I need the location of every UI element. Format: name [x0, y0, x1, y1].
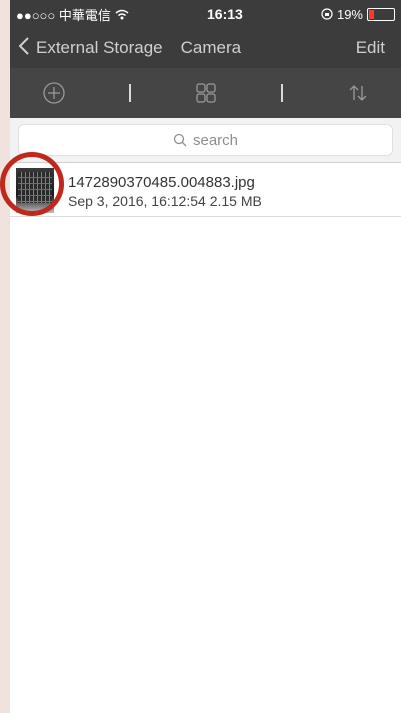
file-meta: Sep 3, 2016, 16:12:54 2.15 MB [68, 193, 262, 209]
status-left: ●●○○○ 中華電信 [16, 5, 129, 24]
list-item[interactable]: 1472890370485.004883.jpg Sep 3, 2016, 16… [10, 166, 401, 217]
search-icon [173, 133, 187, 147]
grid-view-icon[interactable] [194, 81, 218, 105]
orientation-lock-icon [321, 8, 333, 20]
highlight-circle [0, 152, 64, 216]
carrier-label: ●●○○○ 中華電信 [16, 7, 111, 23]
toolbar [10, 68, 401, 118]
back-button[interactable]: External Storage [36, 38, 163, 58]
wifi-icon [115, 9, 129, 19]
sort-icon[interactable] [346, 81, 370, 105]
status-bar: ●●○○○ 中華電信 16:13 19% [10, 0, 401, 28]
search-input[interactable]: search [18, 124, 393, 156]
file-size: 2.15 MB [209, 193, 262, 209]
battery-fill [369, 9, 374, 19]
edit-button[interactable]: Edit [356, 38, 385, 58]
battery-icon [367, 7, 395, 21]
nav-bar: External Storage Camera Edit [10, 28, 401, 68]
status-right: 19% [321, 7, 395, 22]
status-time: 16:13 [207, 6, 243, 22]
phone-screen: ●●○○○ 中華電信 16:13 19% External Storage Ca… [10, 0, 401, 713]
toolbar-divider [280, 84, 283, 102]
search-placeholder: search [192, 131, 239, 149]
battery-percent: 19% [336, 6, 363, 22]
file-date: Sep 3, 2016, 16:12:54 [68, 193, 206, 209]
file-name: 1472890370485.004883.jpg [68, 174, 255, 191]
page-title: Camera [180, 38, 242, 57]
toolbar-divider [128, 84, 131, 102]
back-chevron-icon[interactable] [18, 35, 30, 61]
file-list: search 1472890370485.004883.jpg Sep 3, 2… [10, 118, 401, 713]
search-bar: search [10, 118, 401, 163]
add-circle-icon[interactable] [42, 81, 66, 105]
file-info: 1472890370485.004883.jpg Sep 3, 2016, 16… [68, 174, 262, 209]
